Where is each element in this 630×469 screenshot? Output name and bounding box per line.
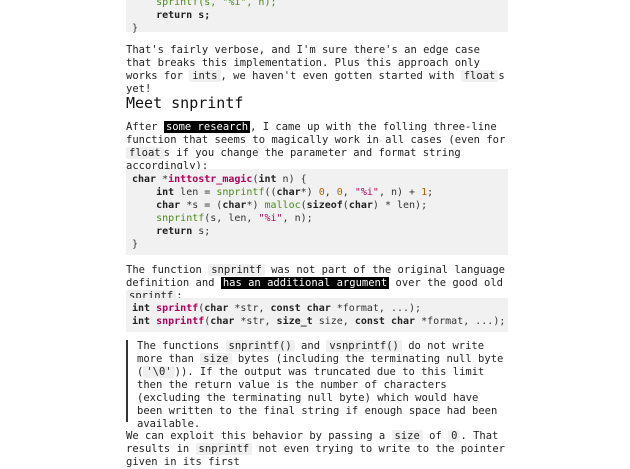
string: "%i"	[258, 213, 283, 224]
keyword: char	[210, 316, 235, 327]
code-line: int len = snprintf((char*) 0, 0, "%i", n…	[132, 187, 433, 198]
code-text: (s, len,	[204, 213, 259, 224]
keyword: int	[156, 187, 175, 198]
keyword: size_t	[276, 316, 313, 327]
code-text: *)	[300, 187, 319, 198]
code-text: ((	[264, 187, 277, 198]
code-text: len =	[174, 187, 217, 198]
paragraph: That's fairly verbose, and I'm sure ther…	[126, 44, 508, 96]
keyword: return	[156, 226, 193, 237]
function-name: sprintf	[156, 303, 199, 314]
code-text: *str,	[234, 316, 277, 327]
inline-code: '\0'	[143, 366, 175, 378]
keyword: const char	[270, 303, 331, 314]
code-line: sprintf(s, "%i", n);	[132, 0, 277, 8]
research-link[interactable]: some research	[163, 121, 251, 133]
keyword: char	[276, 187, 301, 198]
man-page-quote: The functions snprintf() and vsnprintf()…	[126, 340, 506, 430]
code-text: ;	[427, 187, 434, 198]
inline-code: snprintf	[195, 443, 253, 455]
code-text: size,	[312, 316, 355, 327]
keyword: const char	[354, 316, 416, 327]
inline-code: float	[460, 70, 499, 82]
text: over the good old	[389, 277, 503, 289]
code-line: return s;	[132, 226, 210, 237]
text: The functions	[137, 340, 226, 352]
keyword: char	[132, 174, 157, 185]
inline-code: 0	[448, 430, 461, 442]
code-text: *format, ...);	[415, 316, 506, 327]
code-text: *str,	[228, 303, 271, 314]
article: sprintf(s, "%i", n); return s; } That's …	[0, 0, 630, 468]
inline-code: vsnprintf()	[326, 340, 402, 352]
keyword: char	[156, 200, 181, 211]
keyword: char	[348, 200, 373, 211]
code-line: }	[132, 239, 139, 250]
code-text: ) * len);	[372, 200, 428, 211]
code-line: return s;	[132, 10, 211, 21]
keyword: int	[132, 303, 151, 314]
code-line: snprintf(s, len, "%i", n);	[132, 213, 313, 224]
text: After	[126, 121, 164, 133]
text: of	[422, 430, 449, 442]
inline-code: size	[391, 430, 423, 442]
inline-code: size	[200, 353, 232, 365]
text: , we haven't even gotten started with	[220, 70, 461, 82]
function-call: malloc	[264, 200, 301, 211]
text: The function	[126, 264, 209, 276]
keyword: sizeof	[306, 200, 343, 211]
function-name: snprintf	[156, 316, 205, 327]
additional-argument-link[interactable]: has an additional argument	[220, 277, 390, 289]
string: "%i"	[354, 187, 379, 198]
code-text: ,	[324, 187, 337, 198]
code-line: char *inttostr_magic(int n) {	[132, 174, 307, 185]
code-line: int sprintf(char *str, const char *forma…	[132, 303, 421, 314]
code-block-top: sprintf(s, "%i", n); return s; }	[126, 0, 508, 34]
keyword: int	[132, 316, 151, 327]
code-block-inttostr: char *inttostr_magic(int n) { int len = …	[126, 169, 508, 255]
function-call: snprintf	[216, 187, 265, 198]
keyword: char	[204, 303, 229, 314]
inline-code: ints	[189, 70, 221, 82]
inline-code: snprintf()	[225, 340, 295, 352]
code-line: int snprintf(char *str, size_t size, con…	[132, 316, 505, 327]
text: )). If the output was truncated due to t…	[137, 366, 498, 430]
code-text: , n) +	[378, 187, 422, 198]
inline-code: snprintf	[208, 264, 265, 276]
code-text: *s = (	[180, 200, 223, 211]
inline-code: float	[126, 147, 164, 159]
code-line: char *s = (char*) malloc(sizeof(char) * …	[132, 200, 427, 211]
code-text: , n);	[282, 213, 313, 224]
code-text: s;	[192, 226, 211, 237]
code-text: ,	[342, 187, 355, 198]
keyword: char	[222, 200, 247, 211]
code-text: *	[156, 174, 169, 185]
keyword: int	[258, 174, 277, 185]
function-call: snprintf	[156, 213, 205, 224]
section-heading: Meet snprintf	[126, 94, 244, 112]
text: and	[294, 340, 327, 352]
text: We can exploit this behavior by passing …	[126, 430, 392, 442]
code-line: }	[132, 23, 139, 34]
code-line: return s;	[132, 10, 210, 21]
code-text: *format, ...);	[330, 303, 422, 314]
paragraph: After some research, I came up with the …	[126, 121, 508, 173]
function-name: inttostr_magic	[168, 174, 253, 185]
code-text: *)	[246, 200, 265, 211]
code-block-signatures: int sprintf(char *str, const char *forma…	[126, 298, 508, 332]
code-text: n) {	[276, 174, 307, 185]
